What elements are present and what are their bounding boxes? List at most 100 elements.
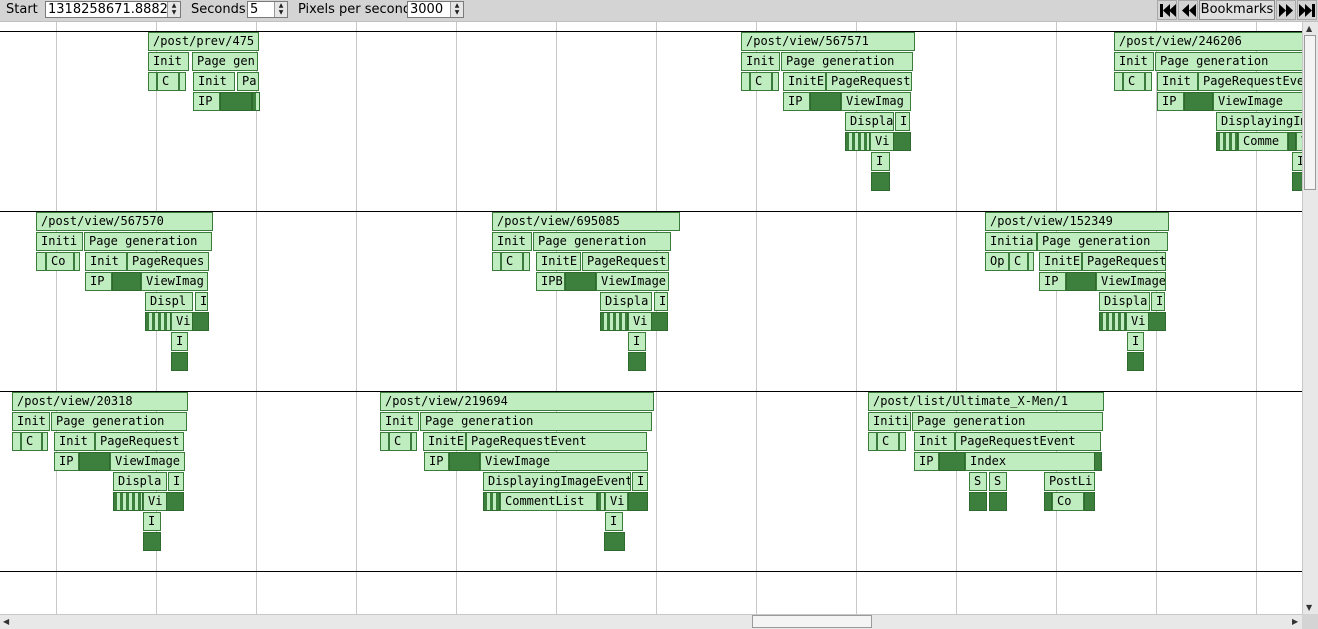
event-box[interactable]: I <box>1151 292 1165 311</box>
event-box[interactable]: Init <box>380 412 419 431</box>
timeline-canvas[interactable]: /post/prev/475 Init Page gen C Init Pa I… <box>0 22 1302 614</box>
event-box[interactable] <box>380 432 389 451</box>
scroll-left-icon[interactable]: ◀ <box>3 617 9 626</box>
start-input[interactable] <box>46 2 168 17</box>
skip-to-start-button[interactable] <box>1157 0 1177 20</box>
event-box[interactable]: PageRequest <box>95 432 184 451</box>
event-box[interactable]: IP <box>914 452 939 471</box>
event-box[interactable]: Page generation <box>51 412 187 431</box>
event-box[interactable]: CommentList <box>500 492 597 511</box>
event-box-dark[interactable] <box>171 352 188 371</box>
event-box-dark[interactable] <box>220 92 252 111</box>
event-box[interactable]: I <box>143 512 161 531</box>
event-box-dark[interactable] <box>893 132 911 151</box>
spin-up-icon[interactable]: ▲ <box>451 2 463 9</box>
event-box[interactable] <box>741 72 750 91</box>
event-box[interactable] <box>492 252 501 271</box>
event-box[interactable]: IPB <box>536 272 565 291</box>
event-box[interactable] <box>899 432 906 451</box>
event-box[interactable]: Init <box>12 412 50 431</box>
event-box[interactable] <box>12 432 21 451</box>
event-box[interactable]: ViewImag <box>841 92 911 111</box>
event-box[interactable]: Displa <box>1099 292 1150 311</box>
event-box[interactable] <box>42 432 48 451</box>
trace-title[interactable]: /post/view/695085 <box>492 212 680 231</box>
event-box[interactable]: InitE <box>1039 252 1082 271</box>
event-box[interactable]: DisplayingIm <box>1216 112 1302 131</box>
event-box-dark[interactable] <box>969 492 987 511</box>
event-box[interactable] <box>74 252 80 271</box>
spin-up-icon[interactable]: ▲ <box>168 2 180 9</box>
event-box[interactable] <box>772 72 779 91</box>
event-box[interactable] <box>411 432 417 451</box>
event-box[interactable]: IP <box>85 272 112 291</box>
event-box[interactable]: I <box>605 512 623 531</box>
event-box-dark[interactable] <box>989 492 1007 511</box>
event-box-dark[interactable] <box>449 452 480 471</box>
event-box-dark[interactable] <box>252 92 260 111</box>
event-box[interactable]: Vi <box>143 492 167 511</box>
horizontal-scroll-thumb[interactable] <box>752 615 872 628</box>
trace-title[interactable]: /post/list/Ultimate_X-Men/1 <box>868 392 1104 411</box>
event-box[interactable] <box>523 252 530 271</box>
event-box-dark[interactable] <box>1216 132 1238 151</box>
event-box[interactable]: I <box>654 292 668 311</box>
spin-down-icon[interactable]: ▼ <box>275 9 287 16</box>
event-box-dark[interactable] <box>845 132 870 151</box>
event-box[interactable]: C <box>157 72 179 91</box>
scroll-up-icon[interactable]: ▲ <box>1306 24 1312 33</box>
pps-input[interactable] <box>408 2 452 17</box>
event-box[interactable]: PageRequestEve <box>1198 72 1302 91</box>
event-box[interactable]: C <box>389 432 411 451</box>
event-box[interactable] <box>1114 72 1123 91</box>
event-box[interactable]: InitE <box>783 72 826 91</box>
event-box-dark[interactable] <box>939 452 965 471</box>
event-box[interactable]: Initia <box>985 232 1037 251</box>
event-box[interactable]: C <box>1123 72 1145 91</box>
event-box[interactable]: I <box>628 332 646 351</box>
trace-title[interactable]: /post/view/20318 <box>12 392 188 411</box>
spin-down-icon[interactable]: ▼ <box>168 9 180 16</box>
spin-down-icon[interactable]: ▼ <box>451 9 463 16</box>
event-box[interactable]: Init <box>193 72 235 91</box>
event-box[interactable]: Page generation <box>84 232 212 251</box>
start-spinbox[interactable]: ▲▼ <box>45 1 181 18</box>
event-box-dark[interactable] <box>1148 312 1166 331</box>
event-box[interactable]: C <box>21 432 42 451</box>
event-box-dark[interactable] <box>143 532 161 551</box>
event-box[interactable]: C <box>750 72 772 91</box>
vertical-scroll-thumb[interactable] <box>1304 35 1316 190</box>
event-box[interactable] <box>36 252 46 271</box>
event-box-dark[interactable] <box>1094 452 1102 471</box>
event-box[interactable]: PageRequest <box>1082 252 1166 271</box>
event-box-dark[interactable] <box>871 172 890 191</box>
event-box-dark[interactable] <box>1127 352 1144 371</box>
event-box[interactable]: I <box>1127 332 1144 351</box>
event-box[interactable]: Page generation <box>420 412 652 431</box>
trace-title[interactable]: /post/view/219694 <box>380 392 654 411</box>
trace-title[interactable]: /post/view/567570 <box>36 212 213 231</box>
event-box[interactable]: Displa <box>845 112 894 131</box>
event-box-dark[interactable] <box>628 352 646 371</box>
event-box[interactable]: IP <box>54 452 79 471</box>
event-box-dark[interactable] <box>113 492 143 511</box>
event-box[interactable]: Comme <box>1238 132 1288 151</box>
event-box[interactable]: I <box>168 472 184 491</box>
event-box[interactable]: IP <box>193 92 220 111</box>
event-box[interactable]: Index <box>965 452 1095 471</box>
event-box[interactable]: C <box>501 252 523 271</box>
event-box[interactable]: IP <box>783 92 810 111</box>
event-box[interactable]: Vi <box>171 312 193 331</box>
event-box[interactable]: I <box>195 292 208 311</box>
event-box[interactable]: Vi <box>605 492 628 511</box>
event-box[interactable]: I <box>895 112 910 131</box>
event-box[interactable]: Initi <box>868 412 911 431</box>
event-box[interactable]: Page gen <box>192 52 258 71</box>
event-box[interactable]: IP <box>1039 272 1066 291</box>
event-box[interactable] <box>179 72 186 91</box>
event-box-dark[interactable] <box>145 312 171 331</box>
event-box[interactable]: Init <box>54 432 95 451</box>
event-box[interactable]: PageRequest <box>826 72 912 91</box>
event-box[interactable]: PageReques <box>127 252 209 271</box>
event-box[interactable]: S <box>969 472 987 491</box>
